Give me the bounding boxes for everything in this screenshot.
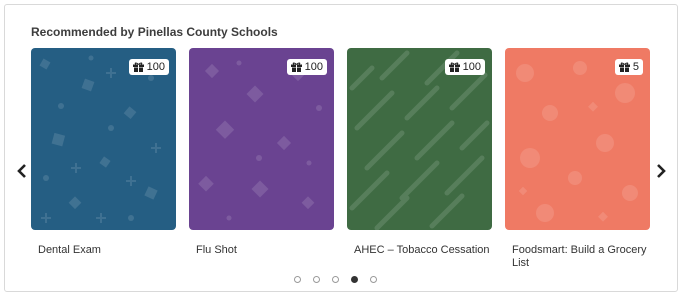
points-badge: 100 [128, 59, 169, 75]
chevron-right-icon [657, 164, 666, 178]
pagination-dot[interactable] [313, 276, 320, 283]
chevron-left-icon [17, 164, 26, 178]
points-badge: 100 [444, 59, 485, 75]
card-ahec-tobacco-cessation[interactable]: 100 [347, 48, 492, 230]
points-value: 100 [304, 61, 323, 73]
card-foodsmart-grocery-list[interactable]: 5 [505, 48, 650, 230]
card-title[interactable]: Dental Exam [38, 244, 183, 257]
card-pattern-image [505, 48, 650, 230]
carousel-pagination [294, 276, 377, 283]
card-dental-exam[interactable]: 100 [31, 48, 176, 230]
card-title[interactable]: AHEC – Tobacco Cessation [354, 244, 499, 257]
points-badge: 5 [614, 59, 643, 75]
card-title[interactable]: Foodsmart: Build a Grocery List [512, 244, 650, 270]
carousel-next-button[interactable] [653, 160, 669, 182]
gift-icon [618, 62, 630, 72]
card-title[interactable]: Flu Shot [196, 244, 341, 257]
pagination-dot[interactable] [332, 276, 339, 283]
section-title: Recommended by Pinellas County Schools [31, 25, 278, 39]
gift-icon [448, 62, 460, 72]
gift-icon [132, 62, 144, 72]
card-pattern-image [189, 48, 334, 230]
points-value: 100 [146, 61, 165, 73]
pagination-dot[interactable] [370, 276, 377, 283]
card-flu-shot[interactable]: 100 [189, 48, 334, 230]
carousel-prev-button[interactable] [14, 160, 30, 182]
points-badge: 100 [286, 59, 327, 75]
pagination-dot[interactable] [294, 276, 301, 283]
pagination-dot-active[interactable] [351, 276, 358, 283]
points-value: 5 [632, 61, 639, 73]
gift-icon [290, 62, 302, 72]
points-value: 100 [462, 61, 481, 73]
card-pattern-image [347, 48, 492, 230]
card-pattern-image [31, 48, 176, 230]
